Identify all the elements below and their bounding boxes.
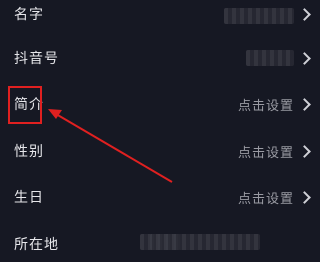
gender-label: 性别 [14,144,44,160]
name-label: 名字 [14,7,44,23]
douyin-id-value-redacted [246,50,294,66]
douyin-id-row[interactable]: 抖音号 [0,40,320,76]
birthday-label: 生日 [14,190,44,206]
location-row[interactable]: 所在地 [0,226,320,262]
bio-value: 点击设置 [237,98,294,114]
chevron-right-icon [298,51,311,65]
birthday-row[interactable]: 生日 点击设置 [0,179,320,215]
location-value-redacted [140,234,180,250]
gender-value: 点击设置 [237,145,294,161]
douyin-id-label: 抖音号 [14,51,59,67]
annotation-highlight-box [8,86,42,124]
chevron-right-icon [298,144,311,158]
birthday-value: 点击设置 [237,191,294,207]
chevron-right-icon [298,190,311,204]
chevron-right-icon [298,7,311,21]
name-value-redacted [224,8,294,24]
gender-row[interactable]: 性别 点击设置 [0,133,320,169]
location-label: 所在地 [14,237,59,253]
name-row[interactable]: 名字 [0,0,320,32]
bio-row[interactable]: 简介 点击设置 [0,86,320,122]
chevron-right-icon [298,97,311,111]
